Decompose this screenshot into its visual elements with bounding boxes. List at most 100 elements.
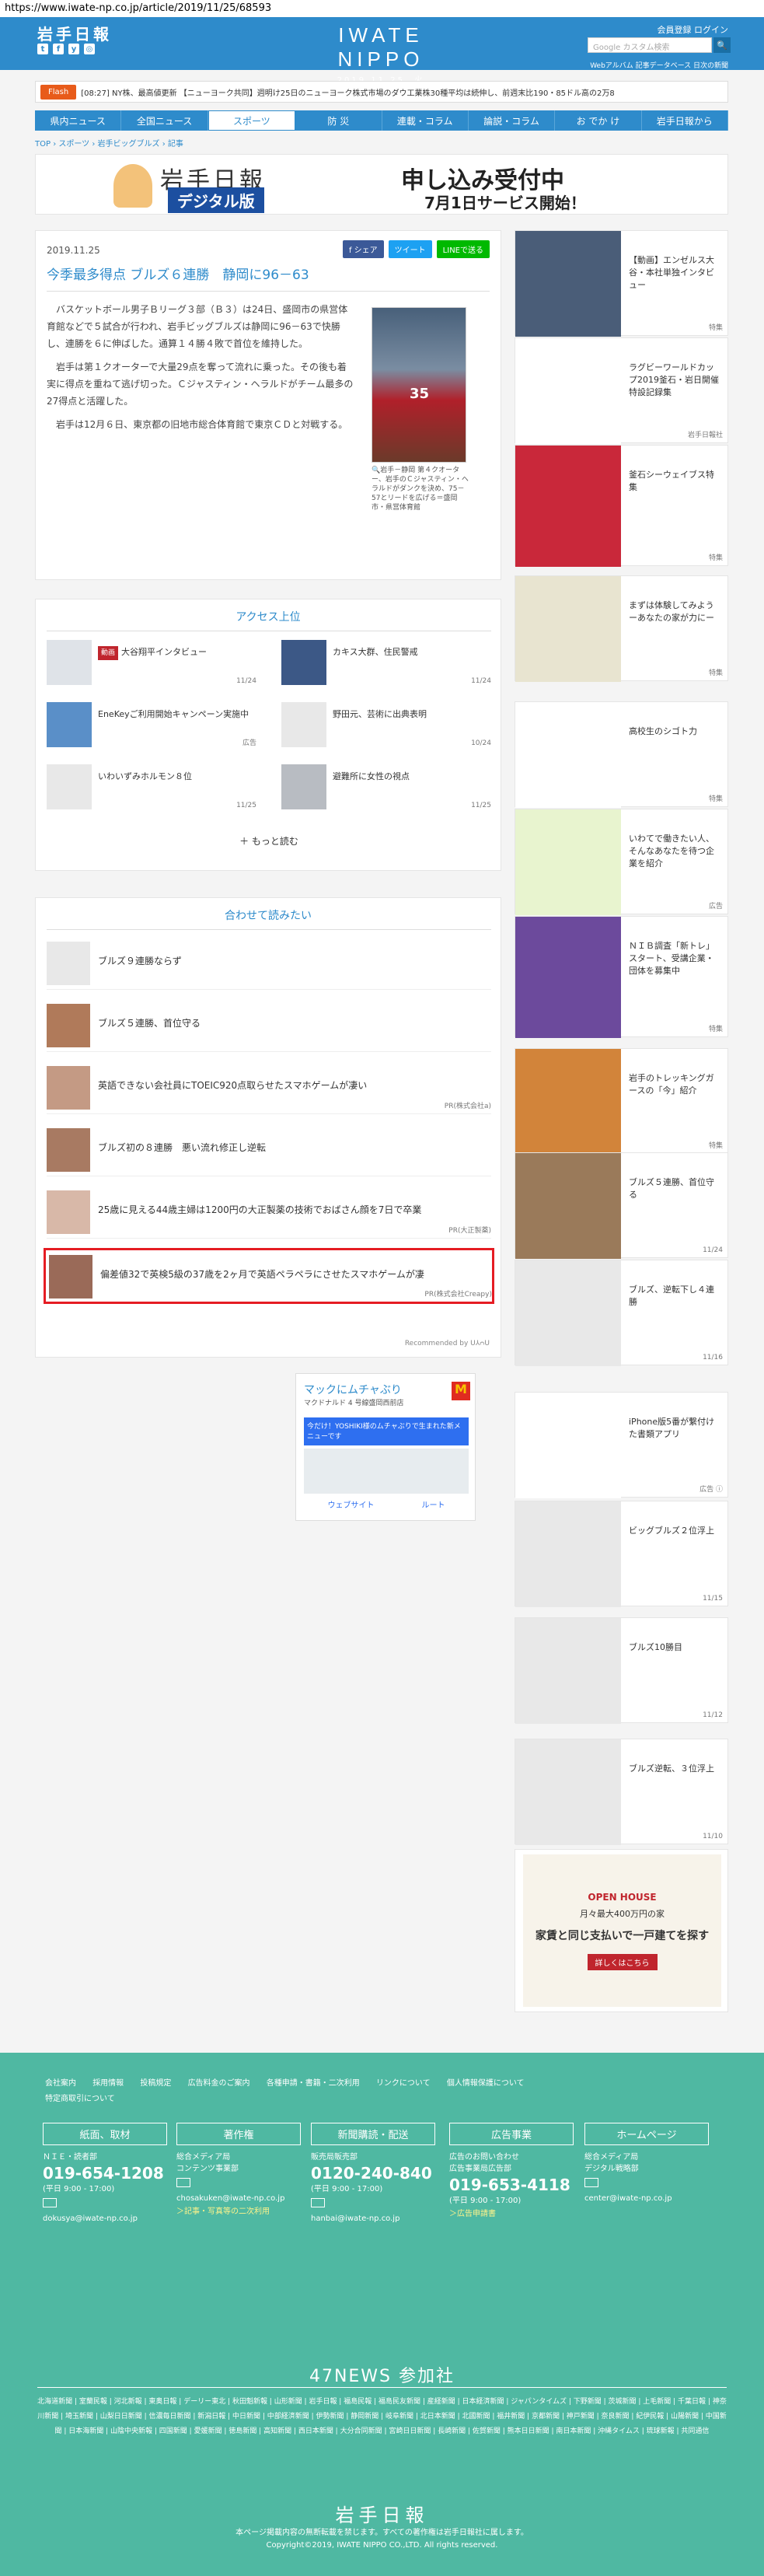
email-address[interactable]: dokusya@iwate-np.co.jp [43,2213,167,2225]
breadcrumb[interactable]: TOP › スポーツ › 岩手ビッグブルズ › 記事 [35,137,183,149]
mail-icon[interactable] [176,2178,190,2187]
footer-link[interactable]: 採用情報 [92,2079,124,2088]
ranking-item[interactable]: いわいずみホルモン８位 11/25 [47,764,256,811]
divider [37,2387,727,2388]
nav-item[interactable]: 岩手日報から [642,110,728,131]
site-logo[interactable]: 岩手日報 [37,22,112,44]
tweet-button[interactable]: ツイート [388,240,432,258]
footer-link[interactable]: 特定商取引について [45,2095,115,2103]
sidebar-item[interactable]: まずは体験してみようーあなたの家が力にー 特集 [515,575,728,682]
ranking-item[interactable]: 避難所に女性の視点 11/25 [281,764,491,811]
footer-link[interactable]: リンクについて [376,2079,431,2088]
brand-title[interactable]: IWATE NIPPO 2019.11.25. 火 [303,23,459,85]
related-item[interactable]: ブルズ初の８連勝 悪い流れ修正し逆転 [47,1124,491,1176]
route-button[interactable]: ルート [422,1498,445,1510]
sidebar-item[interactable]: 【動画】エンゼルス大谷・本社単独インタビュー 特集 [515,230,728,337]
sidebar-item[interactable]: ＮＩＢ調査「新トレ」スタート、受講企業・団体を募集中 特集 [515,916,728,1038]
footer-link[interactable]: 会社案内 [45,2079,76,2088]
nav-item[interactable]: お でか け [555,110,642,131]
related-item[interactable]: ブルズ５連勝、首位守る [47,999,491,1052]
footer-column-link[interactable]: ＞記事・写真等の二次利用 [176,2204,301,2216]
nav-item[interactable]: 全国ニュース [121,110,208,131]
search-input[interactable]: Google カスタム検索 [588,37,712,53]
footer-column-head[interactable]: 紙面、取材 [43,2123,167,2145]
side-ad-openhouse[interactable]: OPEN HOUSE 月々最大400万円の家 家賃と同じ支払いで一戸建てを探す … [515,1849,728,2012]
sidebar-item[interactable]: ラグビーワールドカップ2019釜石・岩日開催特設記録集 岩手日報社 [515,337,728,444]
digital-banner[interactable]: 岩手日報 デジタル版 申し込み受付中 7月1日サービス開始！ [35,154,728,215]
n47-papers[interactable]: 北海道新聞 | 室蘭民報 | 河北新報 | 東奥日報 | デーリー東北 | 秋田… [37,2395,727,2439]
footer-link[interactable]: 広告料金のご案内 [188,2079,250,2088]
ranking-title: アクセス上位 [235,611,301,624]
related-item[interactable]: 英語できない会社員にTOEIC920点取らせたスマホゲームが凄い PR(株式会社… [47,1061,491,1114]
ad-detail-button[interactable]: 詳しくはこちら [587,1953,658,1970]
nav-item[interactable]: 論説・コラム [469,110,556,131]
footer-link[interactable]: 各種申請・書籍・二次利用 [267,2079,360,2088]
nav-item[interactable]: 県内ニュース [35,110,122,131]
ranking-item[interactable]: 動画 大谷翔平インタビュー 11/24 [47,640,256,687]
pr-label: PR(株式会社Creapy) [424,1291,492,1298]
sidebar-item[interactable]: ブルズ10勝目 11/12 [515,1617,728,1724]
footer-column-line: 広告事業局広告部 [449,2165,511,2173]
email-address[interactable]: hanbai@iwate-np.co.jp [311,2213,435,2225]
sidebar-item[interactable]: 釜石シーウェイブス特集 特集 [515,445,728,567]
phone-number[interactable]: 019-653-4118 [449,2175,574,2195]
mail-icon[interactable] [43,2198,57,2207]
phone-number[interactable]: 0120-240-840 [311,2163,435,2183]
footer-column-head[interactable]: 広告事業 [449,2123,574,2145]
search-icon[interactable]: 🔍 [713,37,731,53]
twitter-icon[interactable]: t [37,44,48,54]
line-share-button[interactable]: LINEで送る [436,240,490,258]
sidebar-item-title: いわてで働きたい人、そんなあなたを待つ企業を紹介 [629,834,714,869]
flash-text[interactable]: [08:27] NY株、最高値更新 【ニューヨーク共同】週明け25日のニューヨー… [81,86,615,98]
related-item-highlighted[interactable]: 偏差値32で英検5級の37歳を2ヶ月で英語ペラペラにさせたスマホゲームが凄 PR… [44,1248,494,1304]
youtube-icon[interactable]: y [68,44,79,54]
sidebar-item[interactable]: いわてで働きたい人、そんなあなたを待つ企業を紹介 広告 [515,809,728,915]
ranking-item[interactable]: EneKeyご利用開始キャンペーン実施中 広告 [47,702,256,749]
footer-link[interactable]: 投稿規定 [140,2079,171,2088]
sidebar-item[interactable]: iPhone版5番が繋付けた書類アプリ 広告 ⓘ [515,1392,728,1498]
email-address[interactable]: chosakuken@iwate-np.co.jp [176,2193,301,2204]
member-links[interactable]: 会員登録 ログイン [658,23,729,36]
nav-item-active[interactable]: スポーツ [208,110,296,131]
instagram-icon[interactable]: ◎ [84,44,95,54]
mail-icon[interactable] [311,2198,325,2207]
footer-column-head[interactable]: ホームページ [584,2123,709,2145]
article-body: バスケットボール男子Ｂリーグ３部（Ｂ３）は24日、盛岡市の県営体育館などで５試合… [47,301,354,439]
sidebar-item[interactable]: ブルズ、逆転下し４連勝 11/16 [515,1260,728,1366]
footer-link[interactable]: 個人情報保護について [447,2079,525,2088]
address-bar[interactable]: https://www.iwate-np.co.jp/article/2019/… [0,0,764,17]
related-item[interactable]: 25歳に見える44歳主婦は1200円の大正製薬の技術でおばさん顔を7日で卒業 P… [47,1186,491,1239]
related-item[interactable]: ブルズ９連勝ならず [47,937,491,990]
sidebar-item[interactable]: 岩手のトレッキングガースの「今」紹介 特集 [515,1048,728,1155]
nav-item[interactable]: 防 災 [295,110,382,131]
map-ad[interactable]: マックにムチャぶり マクドナルド 4 号線盛岡西前店 M 今だけ！YOSHIKI… [295,1373,476,1521]
ranking-item[interactable]: カキス大群、住民警戒 11/24 [281,640,491,687]
ranking-item[interactable]: 野田元、芸術に出典表明 10/24 [281,702,491,749]
sidebar-item-date: 11/10 [703,1833,723,1840]
sidebar-thumb [515,1501,621,1607]
footer-column-head[interactable]: 新聞購読・配送 [311,2123,435,2145]
main-nav: 県内ニュース 全国ニュース スポーツ 防 災 連載・コラム 論説・コラム お で… [35,110,728,131]
nav-item[interactable]: 連載・コラム [382,110,469,131]
facebook-share-button[interactable]: f シェア [342,240,384,258]
recommended-by[interactable]: Recommended by ᑌ⅄ᴒᑌ [405,1340,490,1347]
related-item-title: ブルズ９連勝ならず [98,956,182,966]
footer-logo[interactable]: 岩手日報 [0,2500,764,2527]
sidebar-item[interactable]: 高校生のシゴト力 特集 [515,701,728,808]
sidebar-item[interactable]: ブルズ逆転、３位浮上 11/10 [515,1739,728,1845]
map-ad-buttons: ウェブサイト ルート [304,1498,469,1510]
sidebar-item[interactable]: ブルズ５連勝、首位守る 11/24 [515,1152,728,1259]
flash-news-bar[interactable]: Flash [08:27] NY株、最高値更新 【ニューヨーク共同】週明け25日… [35,81,728,103]
sidebar-item[interactable]: ビッグブルズ２位浮上 11/15 [515,1501,728,1607]
map-image[interactable] [304,1449,469,1494]
more-button[interactable]: ＋ もっと読む [36,834,502,848]
header-sublinks[interactable]: Webアルバム 記事データベース 日次の新聞 [590,60,728,70]
footer-column-link[interactable]: ＞広告申請書 [449,2207,574,2218]
facebook-icon[interactable]: f [53,44,64,54]
mail-icon[interactable] [584,2178,598,2187]
phone-number[interactable]: 019-654-1208 [43,2163,167,2183]
footer-column-head[interactable]: 著作権 [176,2123,301,2145]
email-address[interactable]: center@iwate-np.co.jp [584,2193,709,2204]
article-photo[interactable]: 35 [372,307,466,463]
website-button[interactable]: ウェブサイト [328,1498,375,1510]
